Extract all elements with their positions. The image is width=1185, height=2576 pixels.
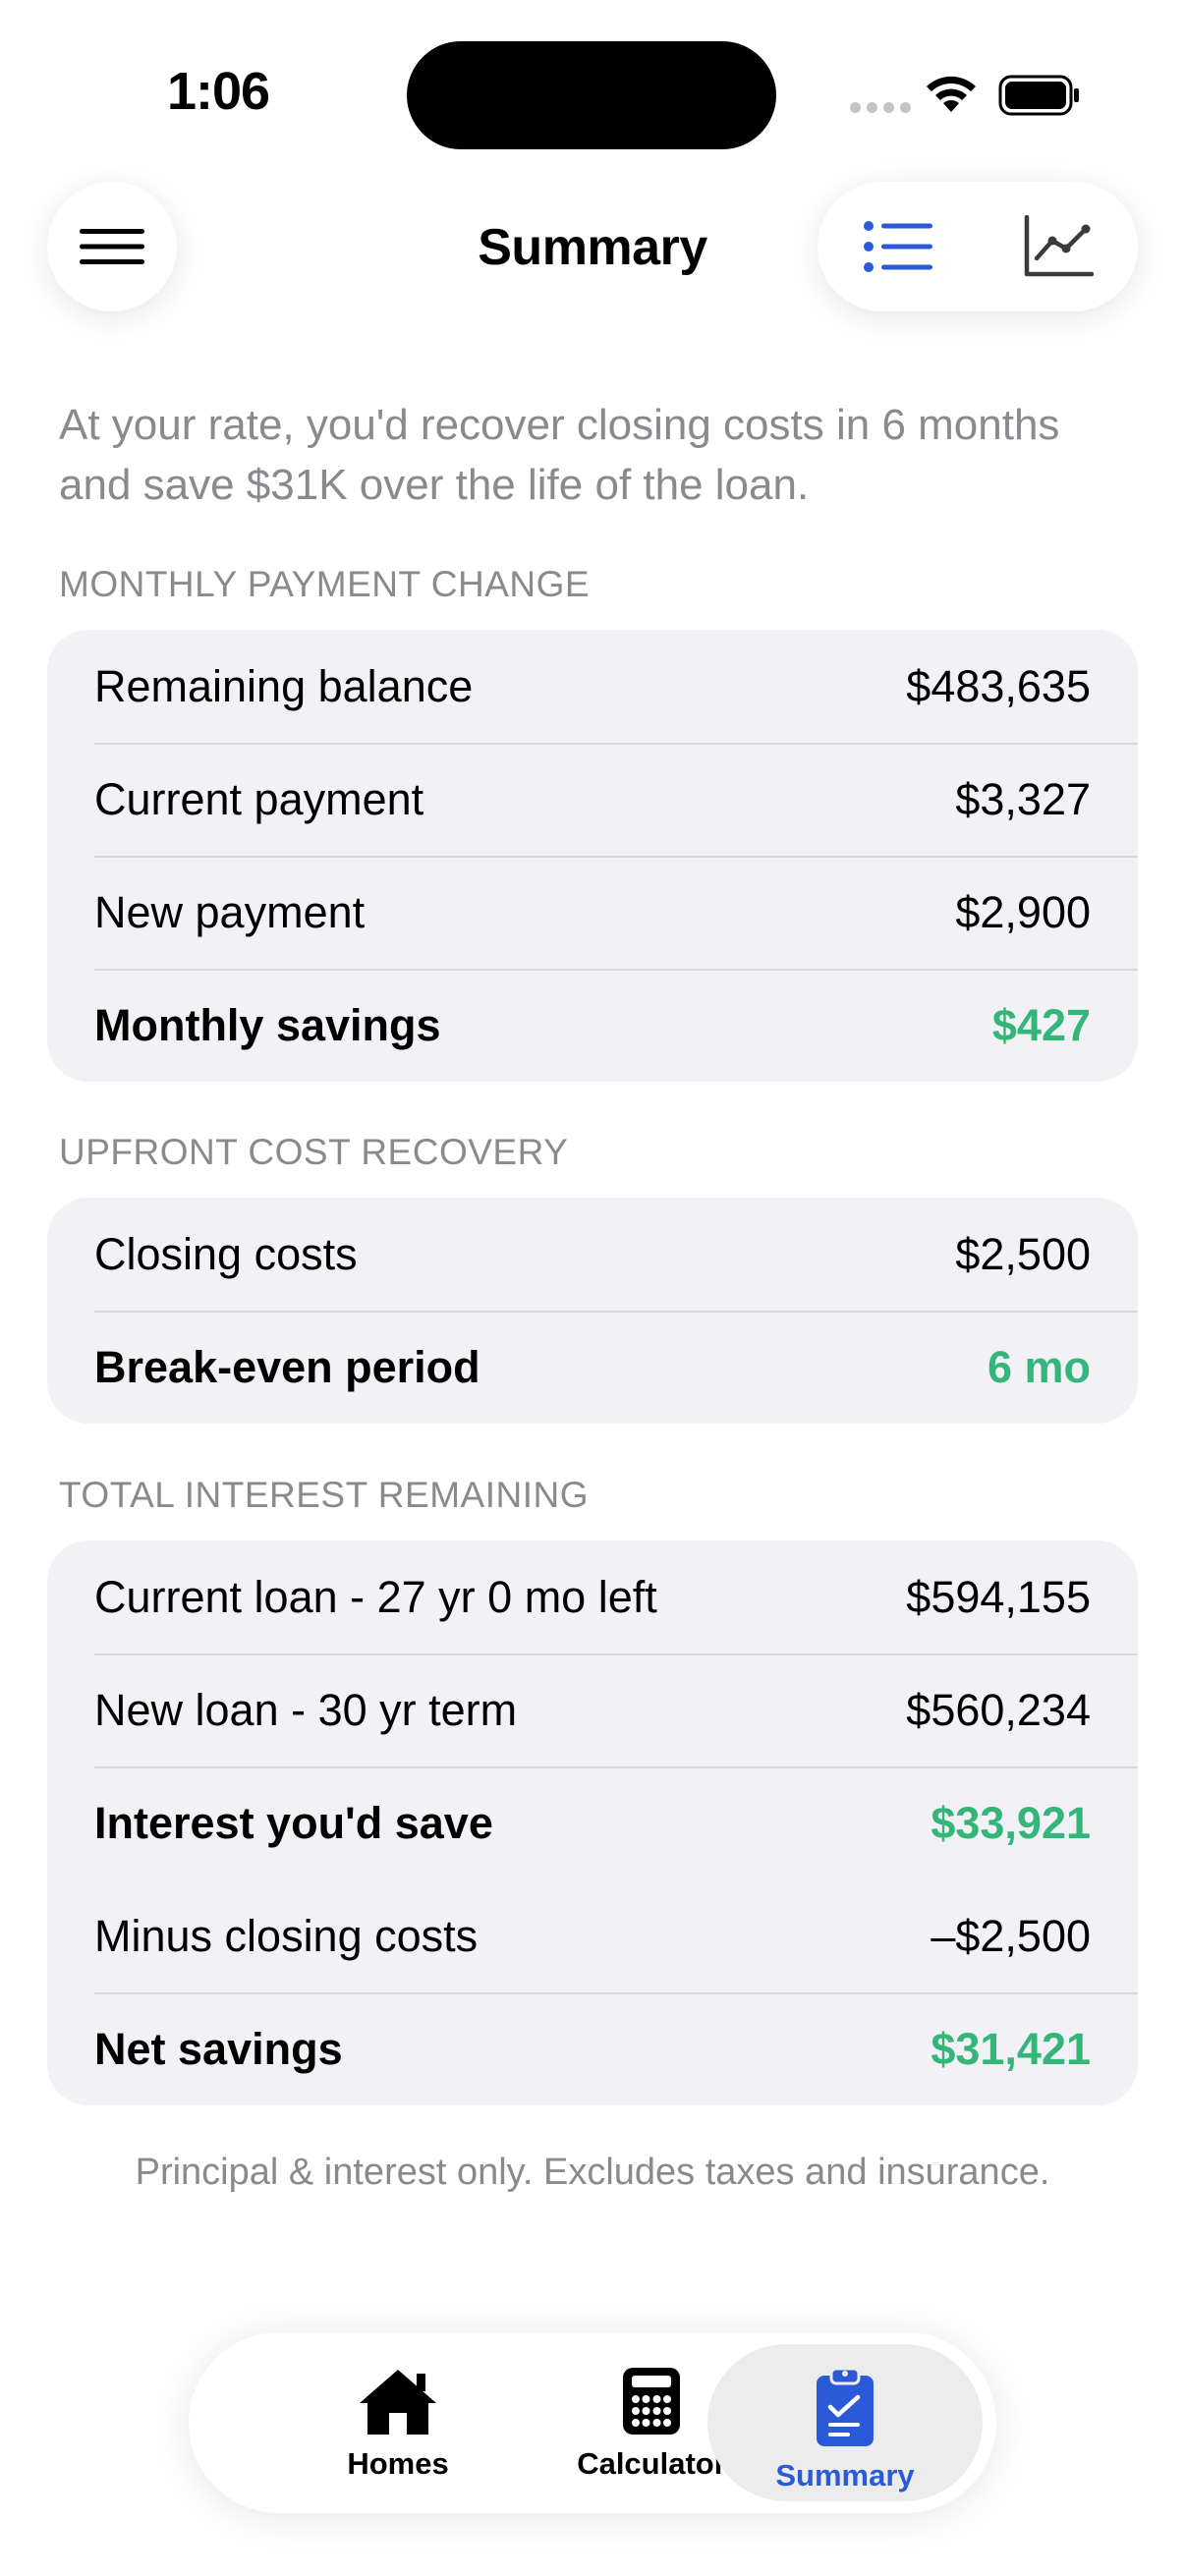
tab-label: Summary bbox=[775, 2458, 915, 2492]
upfront-cost-card: Closing costs $2,500 Break-even period 6… bbox=[47, 1198, 1138, 1424]
wifi-icon bbox=[927, 76, 976, 112]
row-value: $560,234 bbox=[906, 1684, 1091, 1735]
row-break-even: Break-even period 6 mo bbox=[47, 1311, 1138, 1424]
row-label: Closing costs bbox=[94, 1228, 358, 1279]
row-monthly-savings: Monthly savings $427 bbox=[47, 969, 1138, 1082]
chart-view-button[interactable] bbox=[978, 182, 1138, 311]
tab-summary[interactable]: Summary bbox=[707, 2344, 983, 2501]
row-value: $483,635 bbox=[906, 660, 1091, 711]
footnote: Principal & interest only. Excludes taxe… bbox=[135, 2152, 1050, 2193]
row-label: Remaining balance bbox=[94, 660, 474, 711]
house-icon bbox=[360, 2370, 436, 2435]
row-current-payment: Current payment $3,327 bbox=[47, 743, 1138, 856]
list-view-button[interactable] bbox=[818, 182, 978, 311]
row-label: Current loan - 27 yr 0 mo left bbox=[94, 1571, 657, 1622]
battery-icon bbox=[998, 75, 1079, 116]
list-icon bbox=[863, 221, 932, 272]
tab-label: Calculator bbox=[577, 2446, 726, 2481]
row-label: Break-even period bbox=[94, 1341, 480, 1392]
row-label: Interest you'd save bbox=[94, 1797, 493, 1848]
row-new-payment: New payment $2,900 bbox=[47, 856, 1138, 969]
row-value: $427 bbox=[991, 999, 1091, 1050]
row-current-loan: Current loan - 27 yr 0 mo left $594,155 bbox=[47, 1540, 1138, 1653]
total-interest-card: Current loan - 27 yr 0 mo left $594,155 … bbox=[47, 1540, 1138, 2105]
dynamic-island bbox=[407, 41, 776, 149]
row-minus-closing-costs: Minus closing costs –$2,500 bbox=[47, 1879, 1138, 1992]
row-net-savings: Net savings $31,421 bbox=[47, 1992, 1138, 2105]
row-value: 6 mo bbox=[987, 1341, 1091, 1392]
clipboard-check-icon bbox=[817, 2367, 874, 2446]
monthly-payment-card: Remaining balance $483,635 Current payme… bbox=[47, 630, 1138, 1082]
row-value: $2,500 bbox=[955, 1228, 1091, 1279]
row-label: Net savings bbox=[94, 2023, 343, 2074]
status-time: 1:06 bbox=[167, 62, 270, 121]
summary-intro: At your rate, you'd recover closing cost… bbox=[59, 401, 1060, 509]
tab-label: Homes bbox=[347, 2446, 449, 2481]
cellular-signal-icon bbox=[850, 102, 911, 113]
tab-homes[interactable]: Homes bbox=[270, 2344, 526, 2501]
tab-bar: Homes Calculator Summary bbox=[189, 2332, 996, 2513]
row-label: Current payment bbox=[94, 773, 424, 824]
row-remaining-balance: Remaining balance $483,635 bbox=[47, 630, 1138, 743]
row-value: $2,900 bbox=[955, 886, 1091, 937]
row-value: –$2,500 bbox=[931, 1910, 1091, 1961]
row-label: New loan - 30 yr term bbox=[94, 1684, 518, 1735]
row-closing-costs: Closing costs $2,500 bbox=[47, 1198, 1138, 1311]
row-interest-saved: Interest you'd save $33,921 bbox=[47, 1766, 1138, 1879]
section-label-total-interest: TOTAL INTEREST REMAINING bbox=[59, 1475, 589, 1515]
row-value: $594,155 bbox=[906, 1571, 1091, 1622]
row-new-loan: New loan - 30 yr term $560,234 bbox=[47, 1653, 1138, 1766]
section-label-monthly-payment: MONTHLY PAYMENT CHANGE bbox=[59, 564, 591, 604]
row-label: New payment bbox=[94, 886, 366, 937]
summary-screen: 1:06 Summary At your rate, you'd recover… bbox=[0, 0, 1185, 2576]
row-label: Minus closing costs bbox=[94, 1910, 479, 1961]
calculator-icon bbox=[623, 2368, 680, 2435]
section-label-upfront-cost: UPFRONT COST RECOVERY bbox=[59, 1132, 569, 1172]
row-value: $33,921 bbox=[931, 1797, 1091, 1848]
line-chart-icon bbox=[1024, 215, 1094, 277]
view-toggle bbox=[818, 182, 1138, 311]
row-label: Monthly savings bbox=[94, 999, 441, 1050]
row-value: $3,327 bbox=[955, 773, 1091, 824]
row-value: $31,421 bbox=[931, 2023, 1091, 2074]
